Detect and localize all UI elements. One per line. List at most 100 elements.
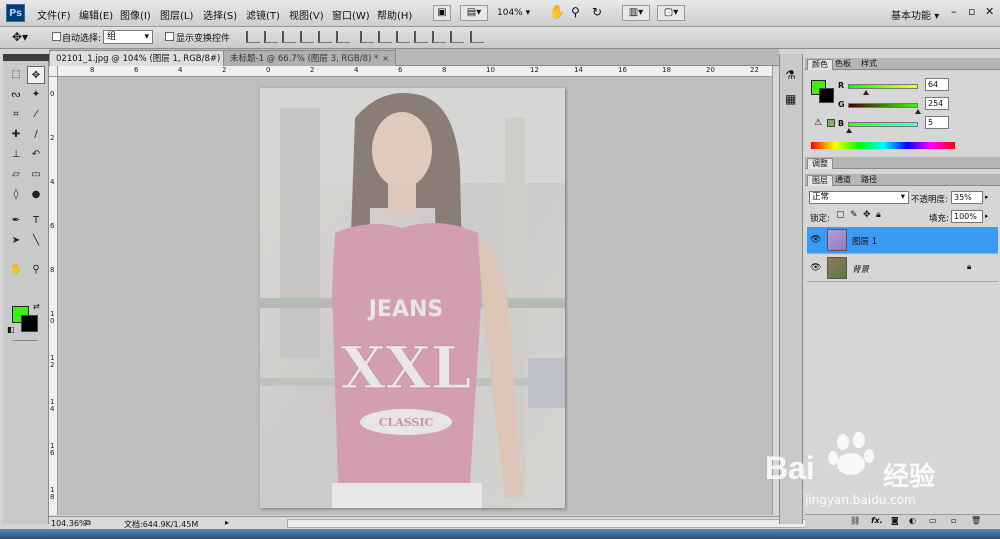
new-layer-icon[interactable]: ▫ xyxy=(951,516,956,525)
marquee-tool-icon[interactable]: ⬚ xyxy=(7,66,25,84)
tab-close-icon[interactable]: × xyxy=(382,54,389,63)
blur-tool-icon[interactable]: ◊ xyxy=(7,186,25,204)
magic-wand-tool-icon[interactable]: ✦ xyxy=(27,86,45,104)
dodge-tool-icon[interactable]: ● xyxy=(27,186,45,204)
eraser-tool-icon[interactable]: ▱ xyxy=(7,166,25,184)
bridge-icon[interactable]: ▣ xyxy=(433,5,451,21)
color-panel-background-swatch[interactable] xyxy=(819,88,834,103)
tab-document-1[interactable]: 02101_1.jpg @ 104% (图层 1, RGB/8#) *× xyxy=(49,50,245,66)
auto-align-icon[interactable] xyxy=(470,31,484,43)
minimize-button[interactable]: – xyxy=(951,5,957,18)
blend-mode-dropdown[interactable]: 正常 ▾ xyxy=(809,191,909,204)
ruler-origin[interactable] xyxy=(49,66,58,77)
zoom-icon[interactable]: ⚲ xyxy=(571,5,580,19)
gamut-swatch[interactable] xyxy=(827,119,835,127)
menu-select[interactable]: 选择(S) xyxy=(203,7,237,22)
visibility-eye-icon[interactable]: 👁︎ xyxy=(810,263,821,273)
tools-panel-grip[interactable] xyxy=(3,54,49,61)
distribute-top-icon[interactable] xyxy=(360,31,374,43)
fx-icon[interactable]: fx. xyxy=(871,516,883,525)
distribute-hcenter-icon[interactable] xyxy=(432,31,446,43)
group-icon[interactable]: ▭ xyxy=(929,516,937,525)
layer-name[interactable]: 图层 1 xyxy=(852,235,877,247)
align-right-icon[interactable] xyxy=(336,31,350,43)
status-menu-arrow-icon[interactable]: ▸ xyxy=(225,518,229,527)
channel-r-thumb[interactable] xyxy=(862,90,869,95)
link-icon[interactable]: ⛓ xyxy=(850,516,860,525)
align-left-icon[interactable] xyxy=(300,31,314,43)
channel-r-input[interactable]: 64 xyxy=(925,78,949,91)
move-tool-icon[interactable]: ✥ xyxy=(27,66,45,84)
adjustment-icon[interactable]: ◐ xyxy=(909,516,916,525)
type-tool-icon[interactable]: T xyxy=(27,212,45,230)
pen-tool-icon[interactable]: ✒ xyxy=(7,212,25,230)
eyedropper-tool-icon[interactable]: ⁄ xyxy=(27,106,45,124)
opacity-input[interactable]: 35% xyxy=(951,191,983,204)
channel-r-slider[interactable] xyxy=(848,84,918,89)
clone-stamp-tool-icon[interactable]: ⊥ xyxy=(7,146,25,164)
tab-color[interactable]: 颜色 xyxy=(807,59,833,70)
screen-mode-icon[interactable]: ▢▾ xyxy=(657,5,685,21)
distribute-left-icon[interactable] xyxy=(414,31,428,43)
lasso-tool-icon[interactable]: ᔓ xyxy=(7,86,25,104)
channel-g-input[interactable]: 254 xyxy=(925,97,949,110)
layer-row-background[interactable]: 👁︎ 背景 🔒︎ xyxy=(807,255,998,282)
menu-file[interactable]: 文件(F) xyxy=(37,7,71,22)
brush-tool-icon[interactable]: ∕ xyxy=(27,126,45,144)
status-zoom[interactable]: 104.36% xyxy=(51,519,87,528)
opacity-slider-arrow-icon[interactable]: ▸ xyxy=(985,193,989,201)
horizontal-ruler[interactable]: 8 6 4 2 0 2 4 6 8 10 12 14 16 18 20 22 xyxy=(58,66,772,77)
status-info-icon[interactable]: ⧉ xyxy=(85,518,91,528)
rotate-view-icon[interactable]: ↻ xyxy=(592,5,602,19)
restore-button[interactable]: ▫ xyxy=(968,5,975,18)
visibility-eye-icon[interactable]: 👁︎ xyxy=(810,235,821,245)
auto-select-checkbox[interactable] xyxy=(52,32,61,41)
lock-position-icon[interactable]: ✥ xyxy=(863,210,871,220)
zoom-tool-icon[interactable]: ⚲ xyxy=(27,261,45,279)
gradient-tool-icon[interactable]: ▭ xyxy=(27,166,45,184)
arrange-documents-icon[interactable]: ▥▾ xyxy=(622,5,650,21)
tab-paths[interactable]: 路径 xyxy=(857,175,881,186)
tab-adjustments[interactable]: 调整 xyxy=(807,158,833,169)
tab-styles[interactable]: 样式 xyxy=(857,59,881,70)
swap-colors-icon[interactable]: ⇄ xyxy=(33,302,40,311)
menu-edit[interactable]: 编辑(E) xyxy=(79,7,113,22)
menu-layer[interactable]: 图层(L) xyxy=(160,7,193,22)
hand-tool-icon[interactable]: ✋ xyxy=(7,261,25,279)
path-selection-tool-icon[interactable]: ➤ xyxy=(7,232,25,250)
crop-tool-icon[interactable]: ⌗ xyxy=(7,106,25,124)
channel-g-thumb[interactable] xyxy=(914,109,921,114)
healing-brush-tool-icon[interactable]: ✚ xyxy=(7,126,25,144)
lock-all-icon[interactable]: 🔒︎ xyxy=(876,210,881,220)
menu-filter[interactable]: 滤镜(T) xyxy=(246,7,280,22)
show-transform-checkbox[interactable] xyxy=(165,32,174,41)
close-button[interactable]: ✕ xyxy=(985,5,994,18)
mask-icon[interactable]: ◙ xyxy=(891,516,899,525)
workspace-switcher[interactable]: 基本功能 ▾ xyxy=(891,7,939,22)
menu-window[interactable]: 窗口(W) xyxy=(332,7,370,22)
channel-b-thumb[interactable] xyxy=(846,128,853,133)
history-panel-icon[interactable]: ▦ xyxy=(785,92,796,106)
distribute-vcenter-icon[interactable] xyxy=(378,31,392,43)
channel-g-slider[interactable] xyxy=(848,103,918,108)
tab-document-2[interactable]: 未标题-1 @ 66.7% (图层 3, RGB/8) * × xyxy=(223,50,396,66)
document-canvas[interactable]: JEANS XXL CLASSIC xyxy=(260,88,565,508)
background-color-swatch[interactable] xyxy=(21,315,38,332)
align-hcenter-icon[interactable] xyxy=(318,31,332,43)
layer-row-1[interactable]: 👁︎ 图层 1 xyxy=(807,227,998,254)
align-top-icon[interactable] xyxy=(246,31,260,43)
align-bottom-icon[interactable] xyxy=(282,31,296,43)
distribute-right-icon[interactable] xyxy=(450,31,464,43)
view-extras-icon[interactable]: ▤▾ xyxy=(460,5,488,21)
color-spectrum-ramp[interactable] xyxy=(811,142,955,149)
fill-input[interactable]: 100% xyxy=(951,210,983,223)
channel-b-slider[interactable] xyxy=(848,122,918,127)
canvas-area[interactable]: JEANS XXL CLASSIC xyxy=(58,77,772,515)
lock-image-icon[interactable]: ✎ xyxy=(850,210,858,220)
trash-icon[interactable]: 🗑︎ xyxy=(971,516,981,525)
line-tool-icon[interactable]: ╲ xyxy=(27,232,45,250)
menu-image[interactable]: 图像(I) xyxy=(120,7,151,22)
align-vcenter-icon[interactable] xyxy=(264,31,278,43)
menu-view[interactable]: 视图(V) xyxy=(289,7,324,22)
tab-swatches[interactable]: 色板 xyxy=(831,59,855,70)
